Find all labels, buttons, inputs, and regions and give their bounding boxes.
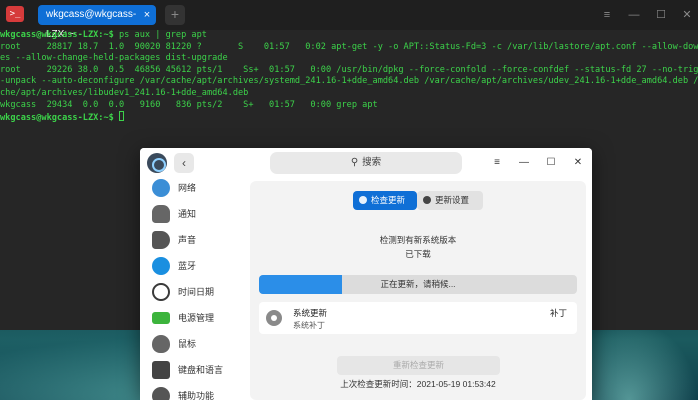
clock-icon xyxy=(152,283,170,301)
sidebar-item-label: 声音 xyxy=(178,235,197,245)
update-progress-bar: 正在更新，请稍候... xyxy=(259,275,577,294)
sidebar-item-label: 键盘和语言 xyxy=(178,365,224,375)
close-icon[interactable]: ✕ xyxy=(680,8,694,22)
sidebar-item-datetime[interactable]: 时间日期 xyxy=(140,279,244,305)
maximize-icon[interactable]: ☐ xyxy=(654,8,668,22)
terminal-line: wkgcass@wkgcass-LZX:~$ xyxy=(0,111,125,124)
terminal-line-text: root 29226 38.0 0.5 46856 45612 pts/1 Ss… xyxy=(0,64,698,75)
sidebar-item-power[interactable]: 电源管理 xyxy=(140,305,244,331)
bluetooth-icon xyxy=(152,257,170,275)
terminal-line: wkgcass 29434 0.0 0.0 9160 836 pts/2 S+ … xyxy=(0,100,378,112)
close-icon[interactable]: ✕ xyxy=(571,156,585,170)
update-item-title: 系统更新 xyxy=(293,308,328,318)
terminal-line-text: ps aux | grep apt xyxy=(113,30,207,40)
update-panel: 检查更新 更新设置 检测到有新系统版本 已下载 正在更新，请稍候... 系统更新… xyxy=(250,181,586,400)
new-tab-button[interactable]: + xyxy=(165,5,185,25)
terminal-line: -unpack --auto-deconfigure /var/cache/ap… xyxy=(0,76,698,88)
speaker-icon xyxy=(152,231,170,249)
sidebar-item-label: 鼠标 xyxy=(178,339,197,349)
menu-icon[interactable]: ≡ xyxy=(490,156,504,170)
terminal-line: che/apt/archives/libudev1_241.16-1+dde_a… xyxy=(0,88,248,100)
terminal-prompt: wkgcass@wkgcass-LZX:~$ xyxy=(0,30,114,40)
keyboard-icon xyxy=(152,361,170,379)
maximize-icon[interactable]: ☐ xyxy=(544,156,558,170)
terminal-line: root 29226 38.0 0.5 46856 45612 pts/1 Ss… xyxy=(0,65,698,77)
network-icon xyxy=(152,179,170,197)
sidebar-item-sound[interactable]: 声音 xyxy=(140,227,244,253)
control-center-window: ‹ ⚲ 搜索 ≡ — ☐ ✕ 网络 通知 声音 蓝牙 时间日期 电源管理 鼠标 … xyxy=(140,148,592,400)
minimize-icon[interactable]: — xyxy=(627,8,641,22)
terminal-line: root 28817 18.7 1.0 90020 81220 ? S 01:5… xyxy=(0,42,698,54)
terminal-titlebar: >_ wkgcass@wkgcass-LZX: ~ × + ≡ — ☐ ✕ xyxy=(0,0,698,40)
terminal-line-text: -unpack --auto-deconfigure /var/cache/ap… xyxy=(0,76,698,87)
update-item-type: 补丁 xyxy=(549,308,567,318)
terminal-prompt: wkgcass@wkgcass-LZX:~$ xyxy=(0,113,114,124)
sidebar-item-accessibility[interactable]: 辅助功能 xyxy=(140,383,244,400)
menu-icon[interactable]: ≡ xyxy=(600,8,614,22)
check-update-icon xyxy=(359,196,367,204)
search-placeholder: 搜索 xyxy=(362,157,382,168)
sidebar-item-label: 电源管理 xyxy=(178,313,215,323)
sidebar-item-label: 通知 xyxy=(178,209,197,219)
last-check-time: 上次检查更新时间：2021-05-19 01:53:42 xyxy=(340,379,496,389)
mouse-icon xyxy=(152,335,170,353)
terminal-line: wkgcass@wkgcass-LZX:~$ ps aux | grep apt xyxy=(0,30,207,42)
battery-icon xyxy=(152,312,170,324)
back-button[interactable]: ‹ xyxy=(174,153,194,173)
control-center-titlebar: ‹ ⚲ 搜索 ≡ — ☐ ✕ xyxy=(140,148,592,178)
download-status-text: 已下载 xyxy=(405,249,431,259)
sidebar-item-label: 辅助功能 xyxy=(178,391,215,400)
terminal-cursor xyxy=(119,111,125,122)
sidebar-item-network[interactable]: 网络 xyxy=(140,175,244,201)
terminal-line-text: root 28817 18.7 1.0 90020 81220 ? S 01:5… xyxy=(0,41,698,52)
sidebar-item-bluetooth[interactable]: 蓝牙 xyxy=(140,253,244,279)
terminal-line-text: es --allow-change-held-packages dist-upg… xyxy=(0,53,228,64)
update-status-text: 检测到有新系统版本 xyxy=(379,235,457,245)
sidebar-item-label: 网络 xyxy=(178,183,197,193)
terminal-icon: >_ xyxy=(6,6,24,22)
deepin-logo-icon xyxy=(147,153,167,173)
terminal-line-text: che/apt/archives/libudev1_241.16-1+dde_a… xyxy=(0,88,249,98)
tab-label: 更新设置 xyxy=(435,195,470,205)
system-update-item[interactable]: 系统更新 系统补丁 补丁 xyxy=(259,302,577,334)
accessibility-icon xyxy=(152,387,170,400)
sidebar-item-keyboard[interactable]: 键盘和语言 xyxy=(140,357,244,383)
system-update-icon xyxy=(266,310,282,326)
recheck-updates-button[interactable]: 重新检查更新 xyxy=(337,356,500,375)
tab-check-updates[interactable]: 检查更新 xyxy=(353,191,417,210)
sidebar-item-notification[interactable]: 通知 xyxy=(140,201,244,227)
terminal-line: es --allow-change-held-packages dist-upg… xyxy=(0,53,228,65)
terminal-tab[interactable]: wkgcass@wkgcass-LZX: ~ × xyxy=(38,5,156,40)
tab-label: 检查更新 xyxy=(371,195,406,205)
search-input[interactable]: ⚲ 搜索 xyxy=(270,152,462,174)
terminal-line-text: wkgcass 29434 0.0 0.0 9160 836 pts/2 S+ … xyxy=(0,99,378,110)
sidebar-item-label: 蓝牙 xyxy=(178,261,197,271)
progress-label: 正在更新，请稍候... xyxy=(380,279,456,289)
tab-update-settings[interactable]: 更新设置 xyxy=(417,191,483,210)
sidebar-item-mouse[interactable]: 鼠标 xyxy=(140,331,244,357)
close-tab-icon[interactable]: × xyxy=(142,5,152,25)
sidebar-item-label: 时间日期 xyxy=(178,287,215,297)
bell-icon xyxy=(152,205,170,223)
search-icon: ⚲ xyxy=(350,157,359,168)
gear-icon xyxy=(423,196,431,204)
update-item-subtitle: 系统补丁 xyxy=(293,321,325,330)
sidebar: 网络 通知 声音 蓝牙 时间日期 电源管理 鼠标 键盘和语言 辅助功能 xyxy=(140,178,244,400)
minimize-icon[interactable]: — xyxy=(517,156,531,170)
